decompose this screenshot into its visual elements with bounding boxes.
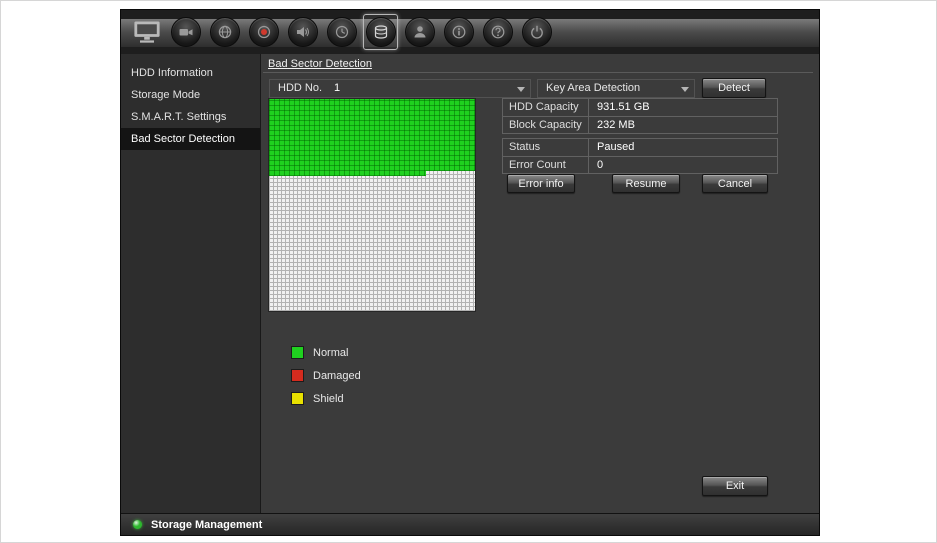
hdd-no-value: 1: [334, 82, 341, 94]
hdd-number-select[interactable]: HDD No. 1: [269, 79, 531, 98]
error-count-row: Error Count 0: [503, 156, 777, 173]
status-label: Status: [503, 139, 589, 156]
legend-item-damaged: Damaged: [291, 369, 361, 382]
sidebar-item-bad-sector-detection[interactable]: Bad Sector Detection: [121, 128, 260, 150]
status-led-icon: [133, 520, 142, 529]
resume-button[interactable]: Resume: [612, 174, 680, 193]
hdd-capacity-value: 931.51 GB: [597, 101, 650, 113]
toolbar-icons: [129, 14, 554, 50]
power-icon-circle: [521, 17, 552, 47]
storage-icon[interactable]: [363, 14, 398, 50]
error-count-label: Error Count: [503, 157, 589, 173]
content-panel: Bad Sector Detection HDD No. 1 Key Area …: [261, 54, 819, 513]
legend-label-shield: Shield: [313, 392, 344, 405]
record-icon-circle: [248, 17, 279, 47]
display-icon[interactable]: [129, 14, 164, 50]
scanned-partial-row: [269, 171, 426, 177]
storage-icon-circle: [365, 17, 396, 47]
cancel-button[interactable]: Cancel: [702, 174, 768, 193]
help-icon[interactable]: [480, 14, 515, 50]
legend-item-normal: Normal: [291, 346, 361, 359]
tab-header: Bad Sector Detection: [263, 56, 813, 73]
detect-button[interactable]: Detect: [702, 78, 766, 98]
help-icon-circle: [482, 17, 513, 47]
detection-type-value: Key Area Detection: [546, 82, 641, 94]
block-capacity-row: Block Capacity 232 MB: [503, 116, 777, 133]
block-capacity-value: 232 MB: [597, 119, 635, 131]
chevron-down-icon: [517, 87, 525, 92]
detection-type-select[interactable]: Key Area Detection: [537, 79, 695, 98]
network-icon-circle: [209, 17, 240, 47]
error-info-button[interactable]: Error info: [507, 174, 575, 193]
power-icon[interactable]: [519, 14, 554, 50]
sidebar-item-hdd-information[interactable]: HDD Information: [121, 62, 260, 84]
user-icon[interactable]: [402, 14, 437, 50]
shield-swatch: [291, 392, 304, 405]
legend-item-shield: Shield: [291, 392, 361, 405]
alarm-icon-circle: [287, 17, 318, 47]
camera-icon-circle: [170, 17, 201, 47]
network-icon[interactable]: [207, 14, 242, 50]
nvr-settings-window: HDD Information Storage Mode S.M.A.R.T. …: [120, 9, 820, 536]
record-icon[interactable]: [246, 14, 281, 50]
info-icon-circle: [443, 17, 474, 47]
hdd-capacity-label: HDD Capacity: [503, 99, 589, 116]
hdd-capacity-row: HDD Capacity 931.51 GB: [503, 99, 777, 116]
scanned-area: [269, 99, 475, 172]
legend-label-damaged: Damaged: [313, 369, 361, 382]
sidebar: HDD Information Storage Mode S.M.A.R.T. …: [121, 54, 261, 513]
user-icon-circle: [404, 17, 435, 47]
sector-map: [268, 98, 476, 312]
alarm-icon[interactable]: [285, 14, 320, 50]
status-table: Status Paused Error Count 0: [502, 138, 778, 174]
hdd-no-label: HDD No.: [278, 82, 323, 94]
system-icon-circle: [326, 17, 357, 47]
status-bar: Storage Management: [121, 513, 819, 535]
statusbar-label: Storage Management: [151, 518, 263, 531]
block-capacity-label: Block Capacity: [503, 117, 589, 133]
sidebar-item-storage-mode[interactable]: Storage Mode: [121, 84, 260, 106]
legend: Normal Damaged Shield: [291, 346, 361, 415]
legend-label-normal: Normal: [313, 346, 349, 359]
exit-button[interactable]: Exit: [702, 476, 768, 496]
page: HDD Information Storage Mode S.M.A.R.T. …: [0, 0, 937, 543]
error-count-value: 0: [597, 159, 604, 171]
camera-icon[interactable]: [168, 14, 203, 50]
normal-swatch: [291, 346, 304, 359]
chevron-down-icon: [681, 87, 689, 92]
capacity-table: HDD Capacity 931.51 GB Block Capacity 23…: [502, 98, 778, 134]
status-value: Paused: [597, 141, 635, 153]
system-icon[interactable]: [324, 14, 359, 50]
damaged-swatch: [291, 369, 304, 382]
main-toolbar: [121, 10, 819, 54]
info-icon[interactable]: [441, 14, 476, 50]
sidebar-item-smart-settings[interactable]: S.M.A.R.T. Settings: [121, 106, 260, 128]
tab-bad-sector-detection[interactable]: Bad Sector Detection: [268, 58, 372, 70]
status-row: Status Paused: [503, 139, 777, 156]
